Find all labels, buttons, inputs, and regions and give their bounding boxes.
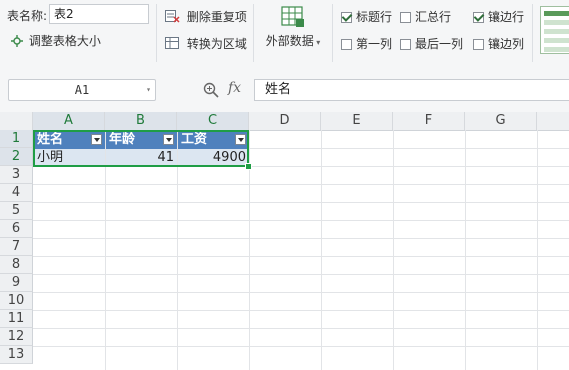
external-data-button[interactable]: 外部数据 ▾ [262, 6, 324, 49]
row-header[interactable]: 2 [0, 148, 33, 166]
external-data-icon [262, 6, 324, 32]
formula-bar: A1 ▾ fx 姓名 [0, 68, 569, 112]
option-label: 最后一列 [415, 37, 464, 51]
table-name-input[interactable]: 表2 [49, 4, 149, 24]
gridline [33, 202, 569, 203]
resize-table-label: 调整表格大小 [28, 34, 101, 48]
fill-handle[interactable] [245, 163, 252, 170]
option-last-column[interactable]: 最后一列 [400, 35, 463, 52]
gridline [33, 346, 569, 347]
checkbox-unchecked-icon [400, 12, 411, 23]
row-header[interactable]: 1 [0, 130, 33, 148]
gridline [33, 328, 569, 329]
gridline [33, 292, 569, 293]
table-tools-ribbon: 表名称: 表2 调整表格大小 删除重复项 转换为区域 外部数据 ▾ 标题行 汇总… [0, 0, 569, 69]
row-header[interactable]: 3 [0, 166, 33, 184]
column-header[interactable]: A [33, 112, 105, 130]
cell-reference: A1 [74, 83, 90, 97]
row-header[interactable]: 4 [0, 184, 33, 202]
table-cell[interactable]: 小明 [34, 149, 105, 167]
convert-range-icon [165, 37, 183, 53]
row-header[interactable]: 13 [0, 346, 33, 364]
table-header-cell[interactable]: 年龄 [106, 131, 177, 149]
table-header-cell[interactable]: 工资 [178, 131, 249, 149]
table-style-thumbnail[interactable] [540, 6, 569, 54]
filter-dropdown-icon[interactable] [163, 134, 174, 145]
option-banded-columns[interactable]: 镶边列 [473, 35, 524, 52]
remove-duplicates-label: 删除重复项 [186, 10, 247, 24]
column-header-row: A B C D E F G [0, 112, 569, 131]
checkbox-checked-icon [473, 12, 484, 23]
gridline [33, 184, 569, 185]
resize-table-button[interactable]: 调整表格大小 [11, 32, 101, 50]
function-icon[interactable]: fx [228, 80, 241, 96]
option-label: 镶边列 [488, 37, 525, 51]
table-name-label: 表名称: [7, 9, 48, 23]
name-box[interactable]: A1 ▾ [8, 79, 156, 101]
external-data-label: 外部数据 [265, 34, 314, 48]
divider [532, 4, 533, 62]
row-header[interactable]: 12 [0, 328, 33, 346]
column-header[interactable]: F [393, 112, 465, 130]
formula-input[interactable]: 姓名 [254, 79, 569, 101]
filter-dropdown-icon[interactable] [235, 134, 246, 145]
row-header[interactable]: 6 [0, 220, 33, 238]
row-header[interactable]: 11 [0, 310, 33, 328]
row-header[interactable]: 10 [0, 292, 33, 310]
resize-icon [11, 35, 25, 50]
table-header-cell[interactable]: 姓名 [34, 131, 105, 149]
dropdown-arrow-icon: ▾ [146, 85, 151, 94]
remove-duplicates-icon [165, 10, 183, 26]
option-header-row[interactable]: 标题行 [341, 8, 392, 25]
checkbox-checked-icon [341, 12, 352, 23]
table-cell[interactable]: 4900 [178, 149, 249, 167]
column-header[interactable] [537, 112, 569, 130]
gridline [33, 256, 569, 257]
convert-to-range-button[interactable]: 转换为区域 [165, 35, 247, 53]
table-cell[interactable]: 41 [106, 149, 177, 167]
gridline [33, 238, 569, 239]
spreadsheet-grid: A B C D E F G 1 2 3 4 5 6 7 8 9 10 11 12… [0, 112, 569, 370]
select-all-corner[interactable] [0, 112, 33, 130]
row-header[interactable]: 5 [0, 202, 33, 220]
option-label: 汇总行 [415, 10, 452, 24]
row-header[interactable]: 9 [0, 274, 33, 292]
column-header[interactable]: C [177, 112, 249, 130]
checkbox-unchecked-icon [400, 39, 411, 50]
gridline [33, 310, 569, 311]
zoom-icon[interactable] [203, 82, 219, 101]
gridline [33, 274, 569, 275]
divider [253, 4, 254, 62]
header-text: 年龄 [109, 132, 136, 147]
divider [332, 4, 333, 62]
option-label: 标题行 [356, 10, 393, 24]
convert-to-range-label: 转换为区域 [186, 37, 247, 51]
header-text: 工资 [181, 132, 208, 147]
dropdown-arrow-icon: ▾ [313, 38, 321, 47]
option-label: 镶边行 [488, 10, 525, 24]
column-header[interactable]: B [105, 112, 177, 130]
header-text: 姓名 [37, 132, 64, 147]
gridline [33, 220, 569, 221]
option-banded-rows[interactable]: 镶边行 [473, 8, 524, 25]
option-label: 第一列 [356, 37, 393, 51]
remove-duplicates-button[interactable]: 删除重复项 [165, 8, 247, 26]
option-first-column[interactable]: 第一列 [341, 35, 392, 52]
column-header[interactable]: E [321, 112, 393, 130]
row-header[interactable]: 7 [0, 238, 33, 256]
row-header[interactable]: 8 [0, 256, 33, 274]
checkbox-unchecked-icon [473, 39, 484, 50]
checkbox-unchecked-icon [341, 39, 352, 50]
column-header[interactable]: D [249, 112, 321, 130]
option-total-row[interactable]: 汇总行 [400, 8, 451, 25]
filter-dropdown-icon[interactable] [91, 134, 102, 145]
divider [156, 4, 157, 62]
column-header[interactable]: G [465, 112, 537, 130]
